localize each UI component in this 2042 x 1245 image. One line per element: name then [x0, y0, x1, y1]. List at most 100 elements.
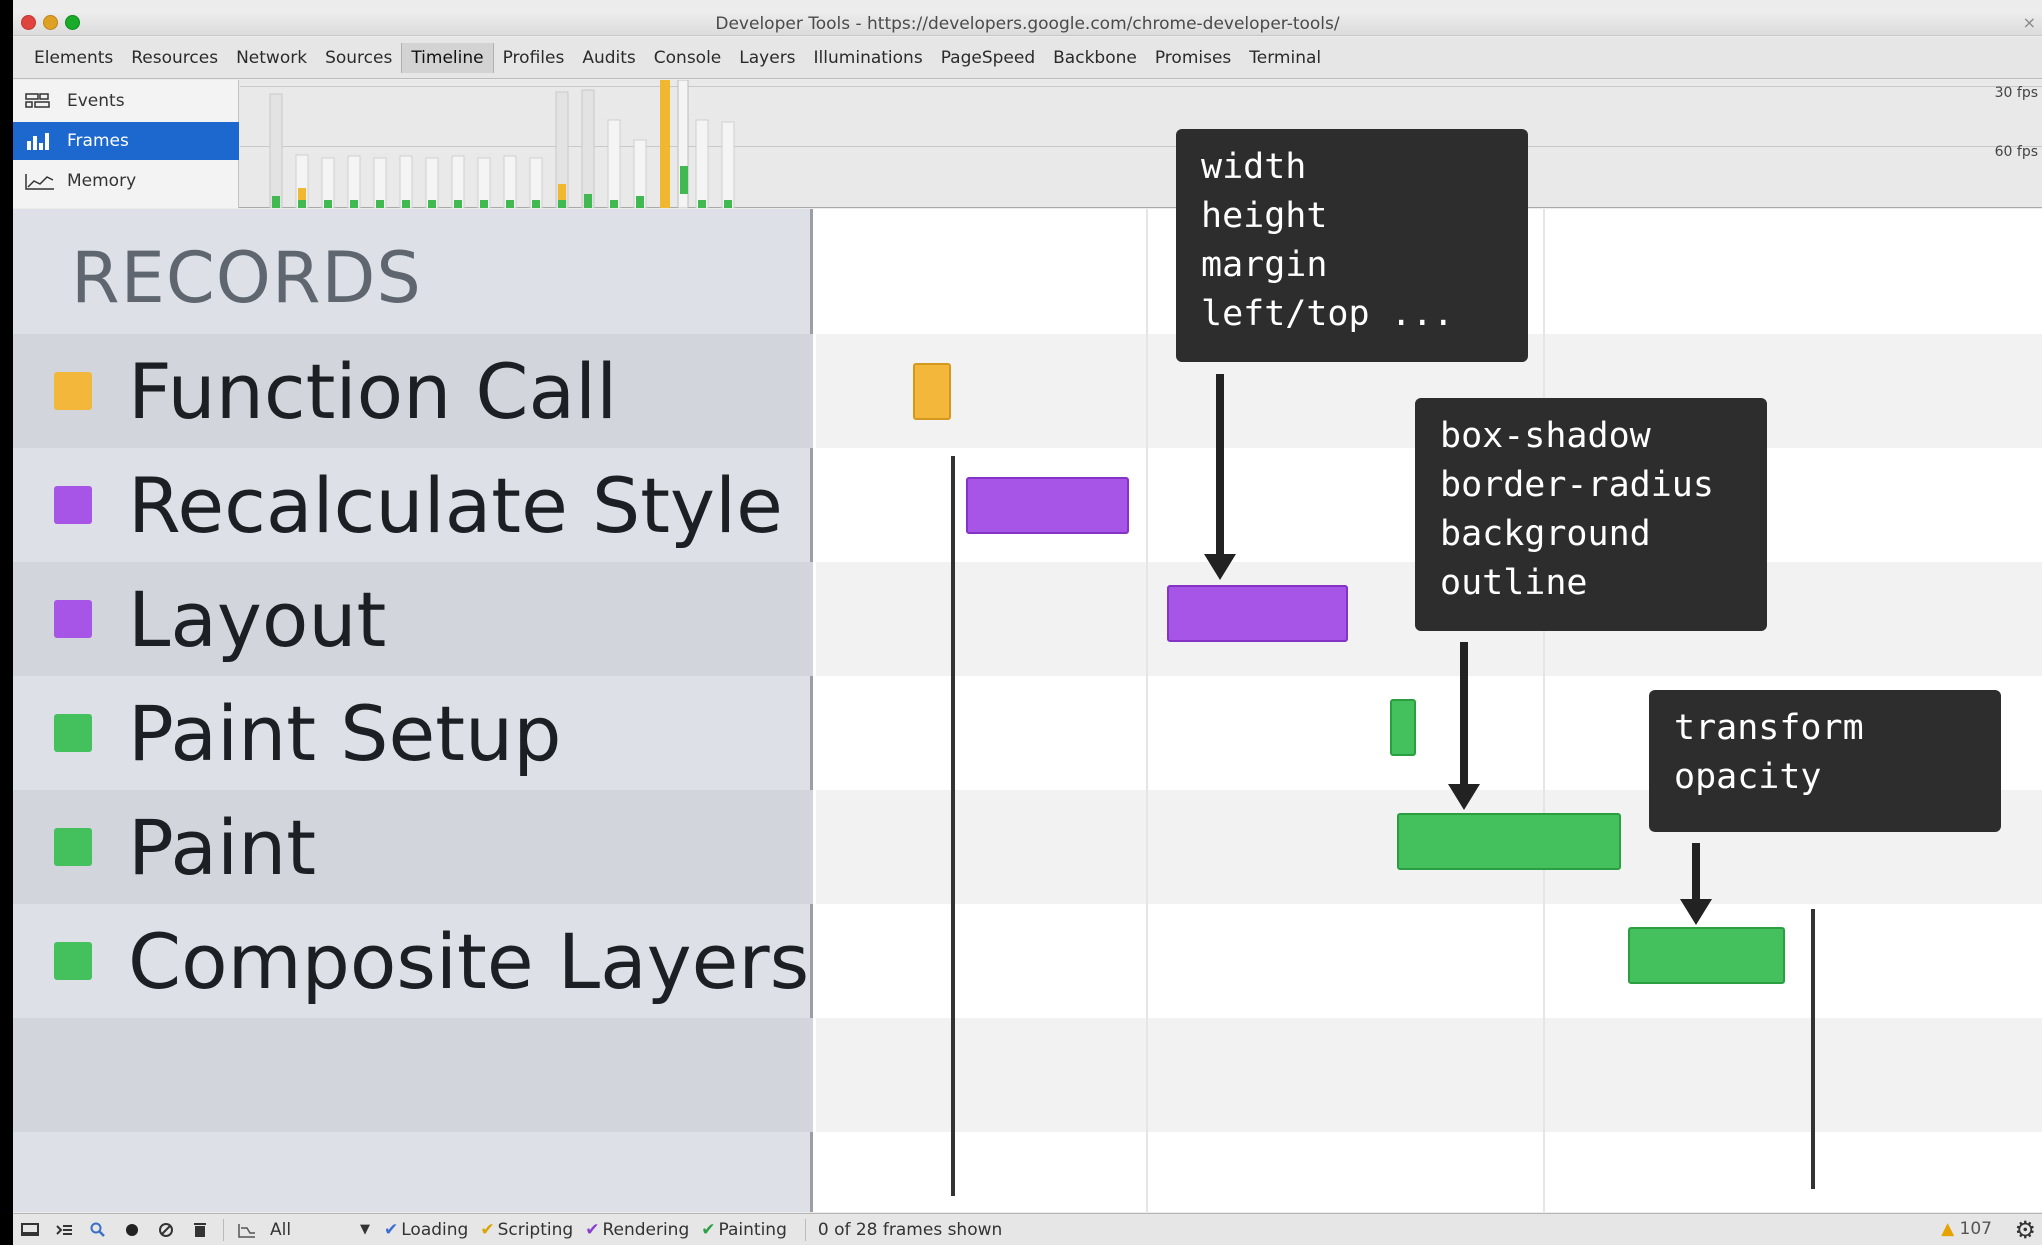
frame-painting-segment [350, 200, 358, 208]
css-property: opacity [1674, 757, 1822, 797]
record-row-function-call[interactable]: Function Call [13, 334, 813, 448]
chevron-down-icon: ▼ [360, 1222, 370, 1237]
filter-label: Loading [401, 1219, 469, 1240]
close-icon[interactable]: × [2023, 13, 2036, 32]
overview-mode-memory[interactable]: Memory [13, 162, 239, 200]
recalculate-style-bar[interactable] [966, 477, 1129, 534]
record-color-swatch [54, 828, 92, 866]
frames-overview-strip[interactable]: 30 fps 60 fps [240, 80, 2042, 208]
tab-network[interactable]: Network [227, 43, 316, 73]
frame-painting-segment [584, 194, 592, 208]
search-icon[interactable] [81, 1214, 115, 1245]
record-row-paint-setup[interactable]: Paint Setup [13, 676, 813, 790]
tab-profiles[interactable]: Profiles [494, 43, 574, 73]
frame-painting-segment [376, 200, 384, 208]
panel-tab-bar: Elements Resources Network Sources Timeline P… [13, 37, 2042, 79]
checkmark-icon: ✔ [701, 1219, 716, 1240]
tab-pagespeed[interactable]: PageSpeed [932, 43, 1044, 73]
dock-side-icon[interactable] [13, 1214, 47, 1245]
warnings-count: 107 [1959, 1219, 1992, 1239]
composite-layers-bar[interactable] [1628, 927, 1785, 984]
layout-bar[interactable] [1167, 585, 1348, 642]
frame-painting-segment [454, 200, 462, 208]
frame-painting-segment [402, 200, 410, 208]
record-color-swatch [54, 600, 92, 638]
gear-icon[interactable]: ⚙ [2014, 1216, 2036, 1244]
record-row-composite-layers[interactable]: Composite Layers [13, 904, 813, 1018]
paint-setup-bar[interactable] [1390, 699, 1416, 756]
rendering-filter-checkbox[interactable]: ✔ Rendering [585, 1220, 689, 1240]
record-label: Paint [128, 802, 317, 892]
frame-painting-segment [610, 200, 618, 208]
tab-terminal[interactable]: Terminal [1240, 43, 1330, 73]
tab-console[interactable]: Console [645, 43, 731, 73]
paint-properties-callout: box-shadow border-radius background outl… [1415, 398, 1767, 631]
frame-scripting-segment [298, 188, 306, 200]
frame-painting-segment [558, 200, 566, 208]
tab-backbone[interactable]: Backbone [1044, 43, 1146, 73]
function-call-bar[interactable] [913, 363, 951, 420]
fps-30-label: 30 fps [1994, 85, 2038, 101]
record-row-empty [13, 1018, 813, 1132]
record-row-recalculate-style[interactable]: Recalculate Style [13, 448, 813, 562]
timeline-row-stripe [816, 1018, 2042, 1132]
paint-arrow-shaft [1460, 642, 1468, 784]
composite-arrow-shaft [1692, 843, 1700, 899]
painting-filter-checkbox[interactable]: ✔ Painting [701, 1220, 787, 1240]
record-icon[interactable] [115, 1214, 149, 1245]
records-filter-select[interactable]: All ▼ [270, 1220, 370, 1240]
title-bar: Developer Tools - https://developers.goo… [13, 10, 2042, 36]
overview-mode-list: Events Frames Memory [13, 80, 239, 208]
overview-mode-label: Events [67, 91, 125, 111]
frame-bar [660, 80, 670, 208]
css-property: box-shadow [1440, 416, 1651, 456]
overview-mode-events[interactable]: Events [13, 82, 239, 120]
panel-tabs: Elements Resources Network Sources Timeline P… [13, 37, 2042, 79]
filter-label: Painting [718, 1219, 787, 1240]
frame-painting-segment [480, 200, 488, 208]
tab-sources[interactable]: Sources [316, 43, 401, 73]
status-bar: All ▼ ✔ Loading ✔ Scripting ✔ Rendering … [13, 1213, 2042, 1245]
overview-mode-label: Memory [67, 171, 137, 191]
checkmark-icon: ✔ [384, 1219, 399, 1240]
frame-bar [721, 121, 735, 208]
tab-illuminations[interactable]: Illuminations [805, 43, 932, 73]
frame-scripting-segment [558, 184, 566, 200]
tab-resources[interactable]: Resources [122, 43, 227, 73]
overview-mode-frames[interactable]: Frames [13, 122, 239, 160]
timeline-graph[interactable]: width height margin left/top ... box-sha… [816, 129, 2042, 1212]
tab-audits[interactable]: Audits [573, 43, 644, 73]
status-divider [223, 1218, 224, 1241]
memory-graph-icon [25, 172, 55, 190]
warnings-counter[interactable]: ▲ 107 [1941, 1219, 1992, 1239]
tab-promises[interactable]: Promises [1146, 43, 1240, 73]
loading-filter-checkbox[interactable]: ✔ Loading [384, 1220, 468, 1240]
css-property: outline [1440, 563, 1588, 603]
frame-bar [269, 93, 283, 208]
checkmark-icon: ✔ [480, 1219, 495, 1240]
glue-records-icon[interactable] [230, 1214, 264, 1245]
record-row-layout[interactable]: Layout [13, 562, 813, 676]
paint-bar[interactable] [1397, 813, 1621, 870]
record-color-swatch [54, 714, 92, 752]
css-property: transform [1674, 708, 1864, 748]
frame-painting-segment [724, 200, 732, 208]
scripting-filter-checkbox[interactable]: ✔ Scripting [480, 1220, 573, 1240]
show-console-icon[interactable] [47, 1214, 81, 1245]
frame-painting-segment [324, 200, 332, 208]
css-property: height [1201, 196, 1328, 236]
filter-label: Rendering [602, 1219, 690, 1240]
timeline-gridline [1543, 209, 1545, 1212]
clear-icon[interactable] [149, 1214, 183, 1245]
tab-timeline[interactable]: Timeline [401, 43, 494, 73]
events-icon [25, 92, 55, 110]
record-row-paint[interactable]: Paint [13, 790, 813, 904]
record-color-swatch [54, 486, 92, 524]
layout-arrow-shaft [1216, 374, 1224, 554]
garbage-collect-icon[interactable] [183, 1214, 217, 1245]
tab-elements[interactable]: Elements [25, 43, 122, 73]
tab-layers[interactable]: Layers [730, 43, 804, 73]
records-title: RECORDS [71, 237, 422, 319]
frame-bar [607, 119, 621, 208]
devtools-window: Developer Tools - https://developers.goo… [13, 0, 2042, 1245]
